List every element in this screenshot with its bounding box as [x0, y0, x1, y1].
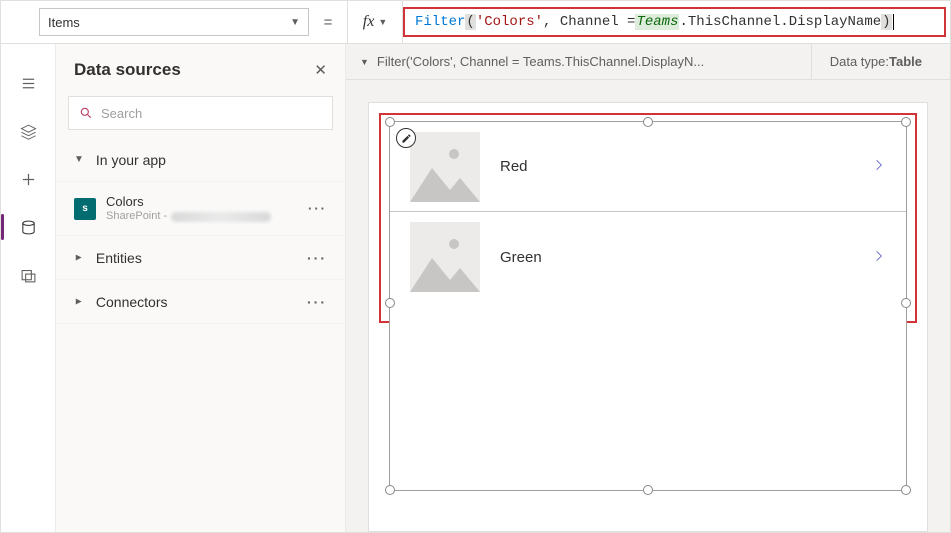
formula-token-string: 'Colors' [476, 14, 543, 30]
data-type-label: Data type: [830, 54, 889, 69]
datasource-name: Colors [106, 194, 271, 210]
section-label: Entities [96, 250, 142, 266]
resize-handle[interactable] [385, 117, 395, 127]
search-icon [79, 106, 93, 120]
gallery-item[interactable]: Green [390, 212, 906, 302]
chevron-right-icon[interactable] [872, 246, 886, 269]
rail-tree-view[interactable] [6, 64, 50, 102]
gallery-item-label: Red [500, 158, 852, 175]
chevron-right-icon: ▼ [73, 253, 84, 263]
close-icon[interactable]: ✕ [314, 61, 327, 79]
formula-bar[interactable]: Filter('Colors', Channel = Teams.ThisCha… [403, 7, 946, 37]
section-label: Connectors [96, 294, 168, 310]
gallery-item-label: Green [500, 249, 852, 266]
text-cursor [893, 14, 894, 30]
redacted-text [171, 212, 271, 222]
image-placeholder-icon [410, 132, 480, 202]
resize-handle[interactable] [385, 485, 395, 495]
chevron-right-icon: ▼ [73, 297, 84, 307]
formula-token-object: Teams [635, 14, 679, 30]
gallery-control[interactable]: Red Green [389, 121, 907, 491]
search-input[interactable]: Search [68, 96, 333, 130]
section-in-your-app[interactable]: ▼ In your app [56, 138, 345, 182]
rail-add[interactable] [6, 160, 50, 198]
panel-title: Data sources [74, 60, 181, 80]
more-icon[interactable]: ··· [307, 250, 327, 266]
section-entities[interactable]: ▼ Entities ··· [56, 236, 345, 280]
data-sources-panel: Data sources ✕ Search ▼ In your app s Co… [56, 44, 346, 532]
datasource-colors[interactable]: s Colors SharePoint - ··· [56, 182, 345, 236]
data-type-indicator: Data type: Table [812, 44, 940, 79]
property-name: Items [48, 15, 80, 30]
rail-data[interactable] [6, 208, 50, 246]
image-placeholder-icon [410, 222, 480, 292]
datasource-service: SharePoint - [106, 210, 167, 224]
fx-label: fx [363, 13, 375, 31]
breadcrumb-text: Filter('Colors', Channel = Teams.ThisCha… [377, 54, 704, 69]
more-icon[interactable]: ··· [308, 201, 327, 216]
property-selector[interactable]: Items ▼ [39, 8, 309, 36]
chevron-down-icon: ▼ [74, 154, 84, 165]
left-rail [1, 44, 56, 532]
edit-pencil-icon[interactable] [396, 128, 416, 148]
section-label: In your app [96, 152, 166, 168]
rail-insert[interactable] [6, 112, 50, 150]
resize-handle[interactable] [901, 485, 911, 495]
formula-token-plain: , Channel = [543, 14, 635, 30]
resize-handle[interactable] [901, 117, 911, 127]
rail-media[interactable] [6, 256, 50, 294]
chevron-down-icon: ▼ [360, 57, 369, 67]
app-canvas[interactable]: Red Green [368, 102, 928, 532]
resize-handle[interactable] [901, 298, 911, 308]
gallery-item[interactable]: Red [390, 122, 906, 212]
resize-handle[interactable] [643, 117, 653, 127]
section-connectors[interactable]: ▼ Connectors ··· [56, 280, 345, 324]
formula-token-fn: Filter [415, 14, 465, 30]
chevron-down-icon: ▼ [290, 17, 300, 28]
sharepoint-icon: s [74, 198, 96, 220]
canvas-area: ▼ Filter('Colors', Channel = Teams.ThisC… [346, 44, 950, 532]
chevron-right-icon[interactable] [872, 155, 886, 178]
formula-token-paren: ) [881, 14, 891, 30]
resize-handle[interactable] [643, 485, 653, 495]
formula-token-plain: .ThisChannel.DisplayName [679, 14, 881, 30]
more-icon[interactable]: ··· [307, 294, 327, 310]
search-placeholder: Search [101, 106, 142, 121]
resize-handle[interactable] [385, 298, 395, 308]
data-type-value: Table [889, 54, 922, 69]
formula-token-paren: ( [465, 14, 475, 30]
equals-sign: = [309, 14, 347, 31]
formula-breadcrumb[interactable]: ▼ Filter('Colors', Channel = Teams.ThisC… [346, 44, 812, 79]
chevron-down-icon: ▼ [378, 17, 387, 27]
fx-button[interactable]: fx ▼ [347, 1, 403, 43]
